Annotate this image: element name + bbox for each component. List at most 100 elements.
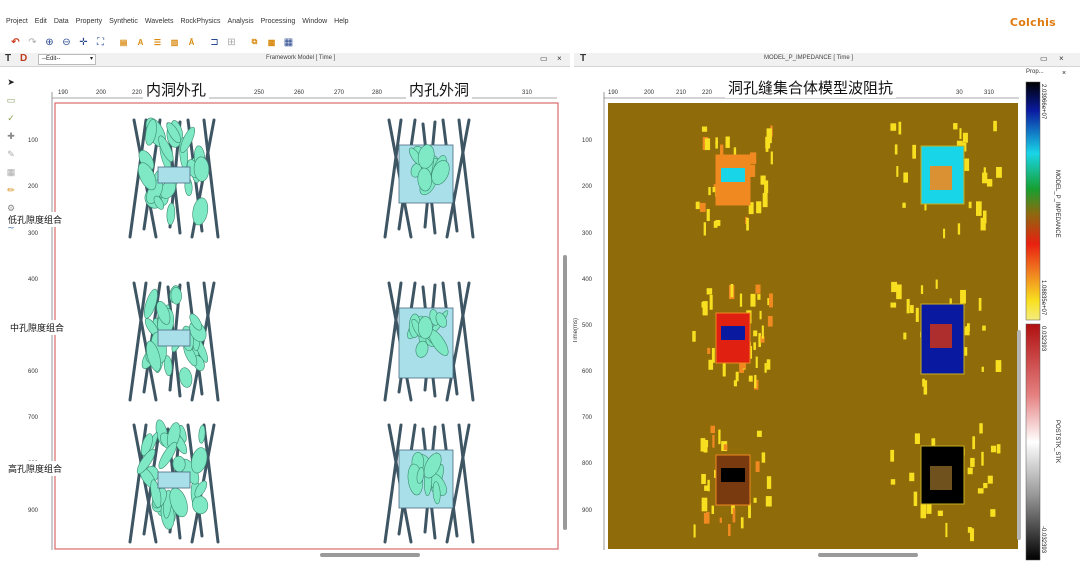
framework-model-canvas[interactable] — [22, 70, 570, 570]
menu-item-analysis[interactable]: Analysis — [228, 18, 254, 25]
colorbar-scrollbar[interactable] — [1017, 330, 1021, 540]
impedance-speck — [703, 222, 706, 236]
colorbar-panel — [1025, 81, 1041, 561]
bar-icon[interactable]: ▥ — [167, 35, 182, 50]
impedance-speck — [943, 228, 946, 239]
impedance-speck — [706, 512, 710, 524]
maximize-icon[interactable]: ▭ — [1040, 54, 1048, 63]
redo-icon[interactable]: ↷ — [25, 35, 40, 50]
impedance-speck — [710, 425, 715, 434]
impedance-speck — [703, 512, 707, 524]
impedance-speck — [960, 289, 966, 304]
font-icon[interactable]: Ā — [184, 35, 199, 50]
impedance-speck — [755, 284, 761, 294]
left-y-tick-label: 200 — [28, 184, 39, 190]
menu-item-processing[interactable]: Processing — [261, 18, 296, 25]
colorbar-icon[interactable]: ▩ — [264, 35, 279, 50]
impedance-speck — [764, 363, 767, 373]
right-y-tick-label: 700 — [582, 415, 593, 421]
impedance-speck — [766, 359, 771, 370]
impedance-speck — [725, 136, 730, 148]
table-icon[interactable]: ▦ — [3, 164, 19, 180]
colorbar-bottom-max: 0.032393 — [1040, 326, 1046, 352]
check-icon[interactable]: ✓ — [3, 110, 19, 126]
impedance-speck — [890, 123, 897, 131]
close-icon[interactable]: × — [1059, 54, 1064, 63]
left-y-tick-label: 900 — [28, 508, 39, 514]
impedance-canvas[interactable] — [574, 70, 1024, 570]
split-icon[interactable]: ⊞ — [224, 35, 239, 50]
draw-tool-icon[interactable]: D — [20, 53, 27, 64]
right-horizontal-scrollbar[interactable] — [818, 553, 918, 557]
impedance-speck — [986, 179, 993, 187]
impedance-speck — [980, 217, 986, 231]
zoom-in-icon[interactable]: ⊕ — [42, 35, 57, 50]
impedance-speck — [995, 360, 1002, 373]
pencil-icon[interactable]: ✏ — [3, 182, 19, 198]
zoom-fit-icon[interactable]: ⛶ — [93, 35, 108, 50]
close-icon[interactable]: × — [1062, 70, 1066, 77]
impedance-speck — [756, 201, 762, 214]
impedance-speck — [719, 517, 722, 523]
impedance-speck — [990, 509, 996, 517]
left-y-tick-label: 700 — [28, 415, 39, 421]
mode-select[interactable]: --Edit-- ▾ — [38, 54, 96, 65]
menu-item-property[interactable]: Property — [76, 18, 102, 25]
impedance-inner — [721, 468, 745, 482]
impedance-speck — [722, 362, 726, 377]
impedance-speck — [708, 187, 711, 196]
impedance-speck — [765, 136, 771, 149]
impedance-speck — [723, 444, 728, 451]
menu-item-help[interactable]: Help — [334, 18, 348, 25]
impedance-speck — [732, 508, 736, 523]
left-vertical-scrollbar[interactable] — [563, 255, 567, 530]
right-x-tick-label: 220 — [702, 90, 713, 96]
undo-icon[interactable]: ↶ — [8, 35, 23, 50]
add-point-icon[interactable]: ✚ — [3, 128, 19, 144]
impedance-speck — [753, 342, 756, 350]
left-x-tick-label: 310 — [522, 90, 533, 96]
axis-icon[interactable]: ☰ — [150, 35, 165, 50]
impedance-speck — [913, 491, 918, 507]
impedance-speck — [707, 347, 711, 354]
chart-icon[interactable]: ⧉ — [247, 35, 262, 50]
text-tool-icon[interactable]: T — [5, 53, 11, 64]
text-tool-icon[interactable]: T — [580, 53, 586, 64]
impedance-speck — [712, 434, 715, 448]
zoom-out-icon[interactable]: ⊖ — [59, 35, 74, 50]
impedance-speck — [957, 223, 961, 235]
right-y-tick-label: 900 — [582, 508, 593, 514]
impedance-speck — [979, 423, 983, 434]
impedance-speck — [966, 323, 970, 332]
right-x-tick-label: 200 — [644, 90, 655, 96]
impedance-speck — [896, 284, 902, 300]
menu-item-edit[interactable]: Edit — [35, 18, 47, 25]
menu-item-project[interactable]: Project — [6, 18, 28, 25]
menu-item-synthetic[interactable]: Synthetic — [109, 18, 138, 25]
pan-icon[interactable]: ✛ — [76, 35, 91, 50]
colorbar-top-label: MODEL_P_IMPEDANCE — [1054, 170, 1060, 238]
close-icon[interactable]: × — [557, 54, 562, 63]
text-a-icon[interactable]: A — [133, 35, 148, 50]
right-y-tick-label: 400 — [582, 277, 593, 283]
menu-item-window[interactable]: Window — [302, 18, 327, 25]
left-y-tick-label: 400 — [28, 277, 39, 283]
left-horizontal-scrollbar[interactable] — [320, 553, 420, 557]
edit-icon[interactable]: ✎ — [3, 146, 19, 162]
impedance-colorbar — [1025, 81, 1041, 321]
layout-icon[interactable]: ▤ — [116, 35, 131, 50]
select-box-icon[interactable]: ▭ — [3, 92, 19, 108]
menu-item-wavelets[interactable]: Wavelets — [145, 18, 174, 25]
impedance-speck — [753, 330, 758, 337]
impedance-speck — [972, 436, 976, 450]
pointer-icon[interactable]: ➤ — [3, 74, 19, 90]
menu-item-rockphysics[interactable]: RockPhysics — [180, 18, 220, 25]
grid-icon[interactable]: ▦ — [281, 35, 296, 50]
poststack-colorbar — [1025, 323, 1041, 561]
impedance-speck — [910, 305, 914, 314]
export-icon[interactable]: ⊐ — [207, 35, 222, 50]
impedance-speck — [896, 166, 899, 177]
maximize-icon[interactable]: ▭ — [540, 54, 548, 63]
column-label-inner-pore: 内孔外洞 — [406, 79, 473, 100]
menu-item-data[interactable]: Data — [54, 18, 69, 25]
